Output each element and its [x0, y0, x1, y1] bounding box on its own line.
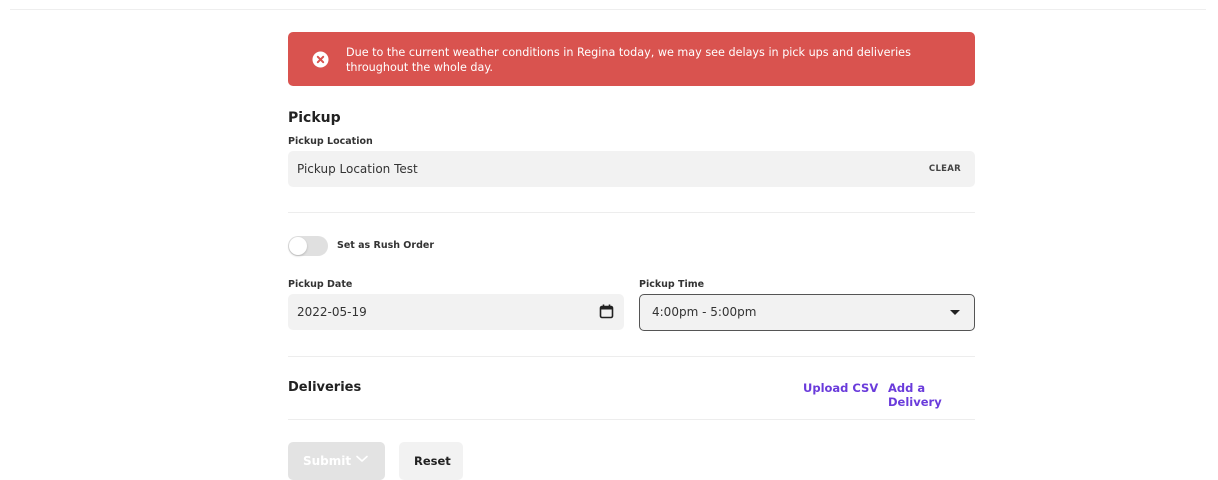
deliveries-section-title: Deliveries	[288, 380, 362, 395]
section-divider	[288, 212, 975, 213]
reset-button[interactable]: Reset	[399, 442, 463, 480]
add-delivery-link[interactable]: Add a Delivery	[888, 381, 975, 409]
rush-order-label: Set as Rush Order	[337, 240, 434, 251]
pickup-section-title: Pickup	[288, 110, 341, 126]
pickup-location-field[interactable]: Pickup Location Test CLEAR	[288, 151, 975, 187]
submit-button[interactable]: Submit	[288, 442, 385, 480]
pickup-time-value: 4:00pm - 5:00pm	[652, 305, 757, 319]
caret-down-icon	[950, 310, 960, 315]
calendar-icon[interactable]	[599, 304, 614, 319]
section-divider	[288, 356, 975, 357]
pickup-time-select[interactable]: 4:00pm - 5:00pm	[639, 294, 975, 331]
pickup-date-value: 2022-05-19	[297, 305, 367, 319]
toggle-knob	[289, 237, 307, 255]
weather-alert-banner: Due to the current weather conditions in…	[288, 32, 975, 86]
pickup-time-label: Pickup Time	[639, 279, 705, 290]
header-divider	[10, 9, 1206, 10]
pickup-date-label: Pickup Date	[288, 279, 353, 290]
clear-location-button[interactable]: CLEAR	[929, 164, 961, 174]
section-divider	[288, 419, 975, 420]
submit-label: Submit	[303, 454, 352, 468]
pickup-date-input[interactable]: 2022-05-19	[288, 294, 624, 330]
upload-csv-link[interactable]: Upload CSV	[803, 381, 878, 395]
rush-order-toggle[interactable]	[288, 236, 328, 256]
reset-label: Reset	[414, 454, 451, 468]
close-circle-icon	[312, 51, 329, 68]
pickup-location-label: Pickup Location	[288, 136, 373, 147]
chevron-down-icon	[356, 455, 368, 462]
alert-message: Due to the current weather conditions in…	[346, 46, 911, 74]
pickup-location-value: Pickup Location Test	[297, 162, 418, 176]
